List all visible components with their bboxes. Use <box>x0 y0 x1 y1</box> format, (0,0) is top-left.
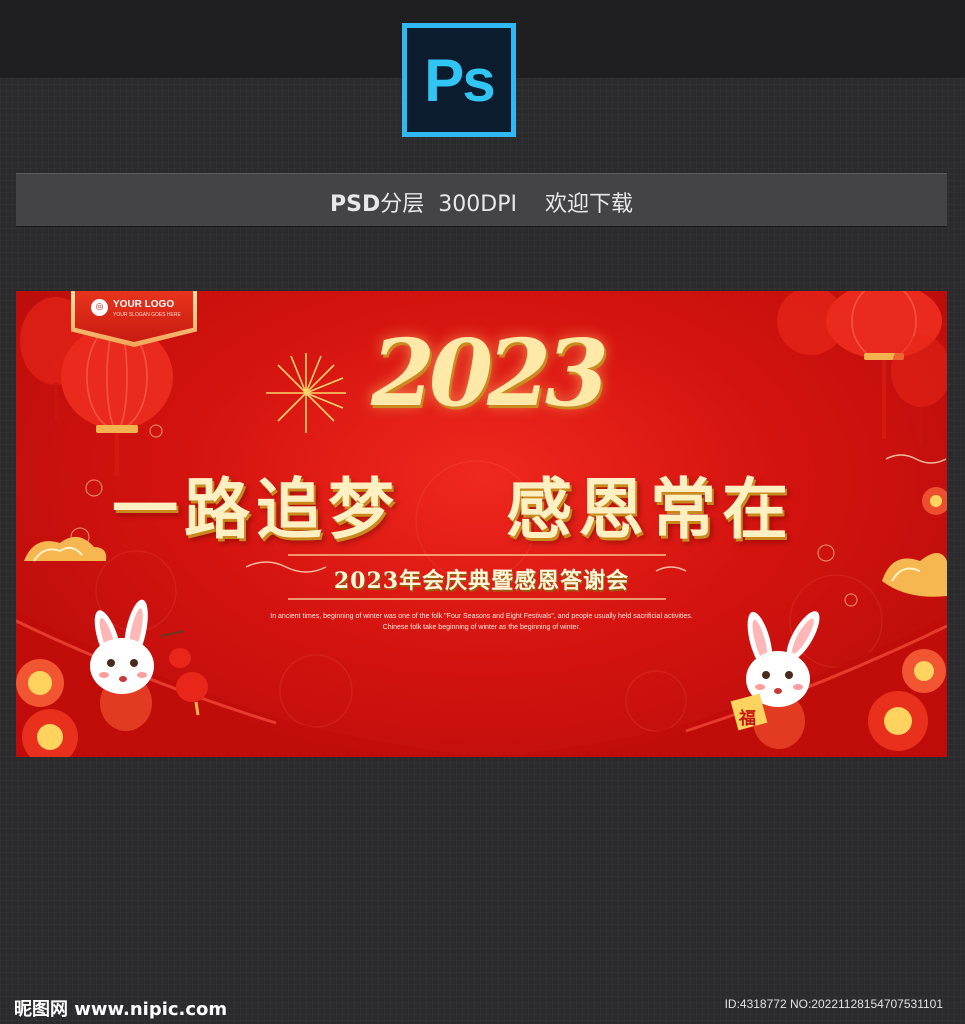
site-watermark: 昵图网 www.nipic.com <box>14 999 228 1020</box>
flower-icon <box>868 691 928 751</box>
info-text: PSD分层 300DPI 欢迎下载 <box>16 186 947 218</box>
info-bar: PSD分层 300DPI 欢迎下载 <box>16 173 947 227</box>
dpi-label: 300DPI <box>438 192 517 217</box>
logo-slogan: YOUR SLOGAN GOES HERE <box>113 312 181 318</box>
flower-icon <box>16 659 64 707</box>
banner-preview: 福 ◎ YOUR LOGO YOUR SLOGAN GOES HERE 2023… <box>16 291 947 757</box>
description-line-1: In ancient times, beginning of winter wa… <box>270 613 693 620</box>
fortune-sign-text: 福 <box>738 708 756 729</box>
format-label: PSD <box>330 192 381 217</box>
logo-name: YOUR LOGO <box>113 299 175 310</box>
layered-label: 分层 <box>380 192 425 217</box>
flower-icon <box>922 487 947 515</box>
lantern-icon <box>61 323 173 476</box>
photoshop-icon: Ps <box>402 23 516 137</box>
cloud-icon <box>24 536 107 562</box>
flower-icon <box>902 649 946 693</box>
headline-left: 一路追梦 <box>112 470 400 548</box>
description-line-2: Chinese folk take beginning of winter as… <box>382 624 581 631</box>
download-label: 欢迎下载 <box>544 192 633 217</box>
headline-right: 感恩常在 <box>506 470 794 548</box>
logo-icon: ◎ <box>91 299 108 316</box>
lantern-icon <box>891 335 947 446</box>
photoshop-icon-label: Ps <box>424 47 495 114</box>
year-title: 2023 <box>371 319 609 427</box>
firework-icon <box>266 353 346 433</box>
ribbon-left <box>16 611 486 757</box>
subtitle: 2023年会庆典暨感恩答谢会 <box>333 568 630 594</box>
image-id: ID:4318772 NO:20221128154707531101 <box>724 997 943 1011</box>
